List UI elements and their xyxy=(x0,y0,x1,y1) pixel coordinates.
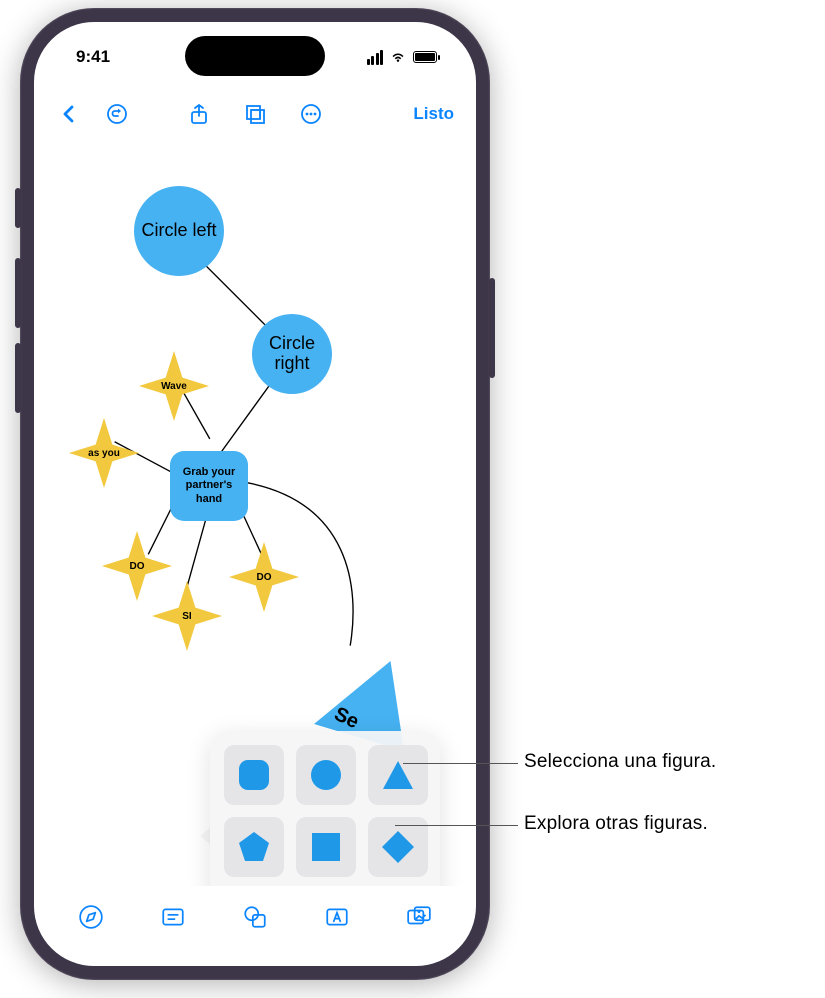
shape-diamond[interactable] xyxy=(368,817,428,877)
grid-icon xyxy=(243,102,267,126)
shapes-icon xyxy=(242,904,268,930)
board-star-asyou[interactable]: as you xyxy=(69,418,139,488)
callout-select-shape: Selecciona una figura. xyxy=(524,751,716,773)
shape-label: DO xyxy=(257,572,272,583)
board-grab-square[interactable]: Grab your partner's hand xyxy=(170,451,248,521)
status-right xyxy=(367,48,441,66)
media-icon xyxy=(406,904,432,930)
shape-triangle[interactable] xyxy=(368,745,428,805)
shape-pentagon[interactable] xyxy=(224,817,284,877)
back-button[interactable] xyxy=(52,97,86,131)
note-tool-button[interactable] xyxy=(158,902,188,932)
chevron-left-icon xyxy=(57,102,81,126)
grid-button[interactable] xyxy=(238,97,272,131)
freeform-canvas[interactable]: Circle left Circle right Grab your partn… xyxy=(34,136,476,886)
shape-label: SI xyxy=(182,611,191,622)
side-button-vol-down xyxy=(15,343,21,413)
note-icon xyxy=(160,904,186,930)
text-tool-button[interactable] xyxy=(322,902,352,932)
text-icon xyxy=(324,904,350,930)
shapes-popover xyxy=(210,731,440,886)
shape-label: Grab your partner's hand xyxy=(174,466,244,506)
shape-square[interactable] xyxy=(296,817,356,877)
side-button-power xyxy=(489,278,495,378)
cellular-icon xyxy=(367,50,384,65)
shapes-tool-button[interactable] xyxy=(240,902,270,932)
shape-circle[interactable] xyxy=(296,745,356,805)
shape-label: as you xyxy=(88,448,120,459)
undo-button[interactable] xyxy=(100,97,134,131)
callout-browse-shapes: Explora otras figuras. xyxy=(524,813,708,835)
board-circle-left[interactable]: Circle left xyxy=(134,186,224,276)
more-button[interactable] xyxy=(294,97,328,131)
phone-frame: 9:41 xyxy=(20,8,490,980)
board-star-si[interactable]: SI xyxy=(152,581,222,651)
board-star-do2[interactable]: DO xyxy=(229,542,299,612)
shape-label: Circle left xyxy=(141,221,216,241)
side-button-silence xyxy=(15,188,21,228)
board-circle-right[interactable]: Circle right xyxy=(252,314,332,394)
pen-icon xyxy=(78,904,104,930)
callout-line-select xyxy=(403,763,518,764)
done-button[interactable]: Listo xyxy=(409,104,454,124)
wifi-icon xyxy=(389,48,407,66)
board-star-wave[interactable]: Wave xyxy=(139,351,209,421)
shape-label: DO xyxy=(130,561,145,572)
share-button[interactable] xyxy=(182,97,216,131)
status-time: 9:41 xyxy=(76,47,110,67)
side-button-vol-up xyxy=(15,258,21,328)
shape-label: Wave xyxy=(161,381,187,392)
ellipsis-circle-icon xyxy=(299,102,323,126)
status-bar: 9:41 xyxy=(34,42,476,72)
shape-rounded-square[interactable] xyxy=(224,745,284,805)
bottom-toolbar xyxy=(34,892,476,942)
pen-tool-button[interactable] xyxy=(76,902,106,932)
media-tool-button[interactable] xyxy=(404,902,434,932)
undo-icon xyxy=(105,102,129,126)
callout-line-browse xyxy=(395,825,518,826)
shape-label: Circle right xyxy=(252,334,332,374)
battery-icon xyxy=(413,51,440,63)
top-toolbar: Listo xyxy=(34,92,476,136)
share-icon xyxy=(187,102,211,126)
